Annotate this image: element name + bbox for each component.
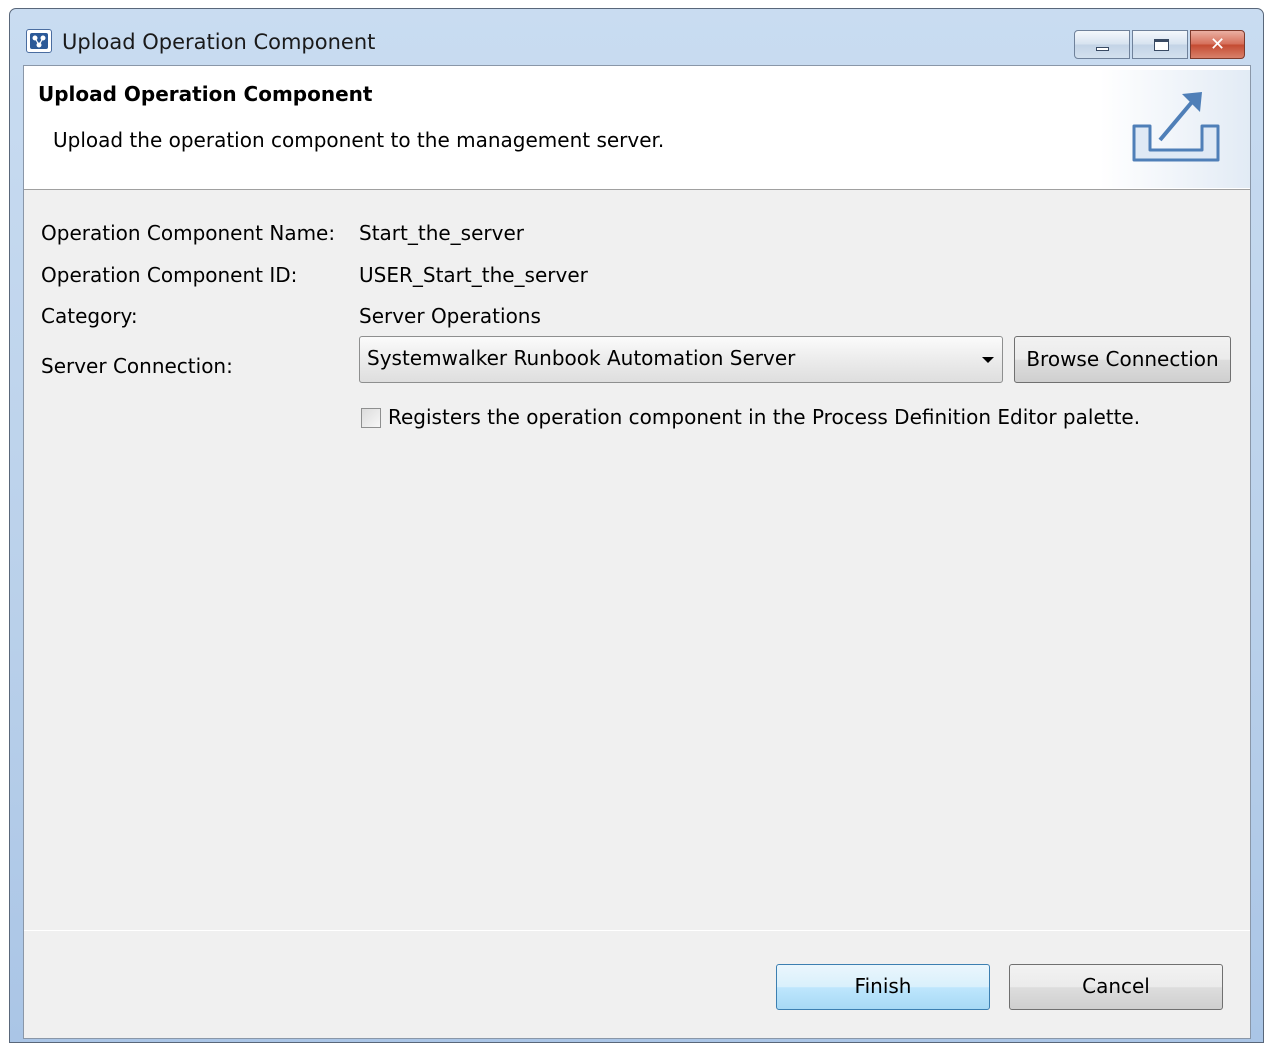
cancel-button[interactable]: Cancel	[1009, 964, 1223, 1010]
category-label: Category:	[41, 304, 138, 328]
header-banner	[1100, 70, 1250, 188]
finish-button[interactable]: Finish	[776, 964, 990, 1010]
server-connection-dropdown[interactable]: Systemwalker Runbook Automation Server	[359, 336, 1003, 383]
component-name-value: Start_the_server	[359, 221, 524, 245]
minimize-button[interactable]	[1074, 30, 1130, 59]
header-title: Upload Operation Component	[38, 82, 373, 106]
title-bar[interactable]: Upload Operation Component ✕	[10, 9, 1263, 65]
window-title: Upload Operation Component	[62, 30, 376, 54]
component-id-label: Operation Component ID:	[41, 263, 298, 287]
server-connection-label: Server Connection:	[41, 354, 233, 378]
chevron-down-icon	[982, 357, 994, 363]
register-palette-label[interactable]: Registers the operation component in the…	[388, 405, 1140, 429]
browse-connection-button[interactable]: Browse Connection	[1014, 336, 1231, 383]
dialog-client-area: Upload Operation Component Upload the op…	[23, 65, 1251, 1039]
minimize-icon	[1096, 47, 1109, 51]
category-value: Server Operations	[359, 304, 541, 328]
header-description: Upload the operation component to the ma…	[53, 128, 665, 152]
close-icon: ✕	[1209, 34, 1226, 55]
close-button[interactable]: ✕	[1190, 30, 1245, 59]
footer-divider	[24, 930, 1250, 931]
maximize-button[interactable]	[1132, 30, 1188, 59]
wizard-header: Upload Operation Component Upload the op…	[24, 66, 1250, 190]
upload-icon	[1132, 92, 1220, 162]
maximize-icon	[1154, 39, 1169, 51]
register-palette-checkbox[interactable]	[361, 408, 381, 428]
app-icon	[26, 29, 52, 53]
server-connection-selected: Systemwalker Runbook Automation Server	[367, 346, 796, 370]
component-name-label: Operation Component Name:	[41, 221, 336, 245]
dialog-window: Upload Operation Component ✕ Upload Oper…	[9, 8, 1264, 1043]
component-id-value: USER_Start_the_server	[359, 263, 588, 287]
